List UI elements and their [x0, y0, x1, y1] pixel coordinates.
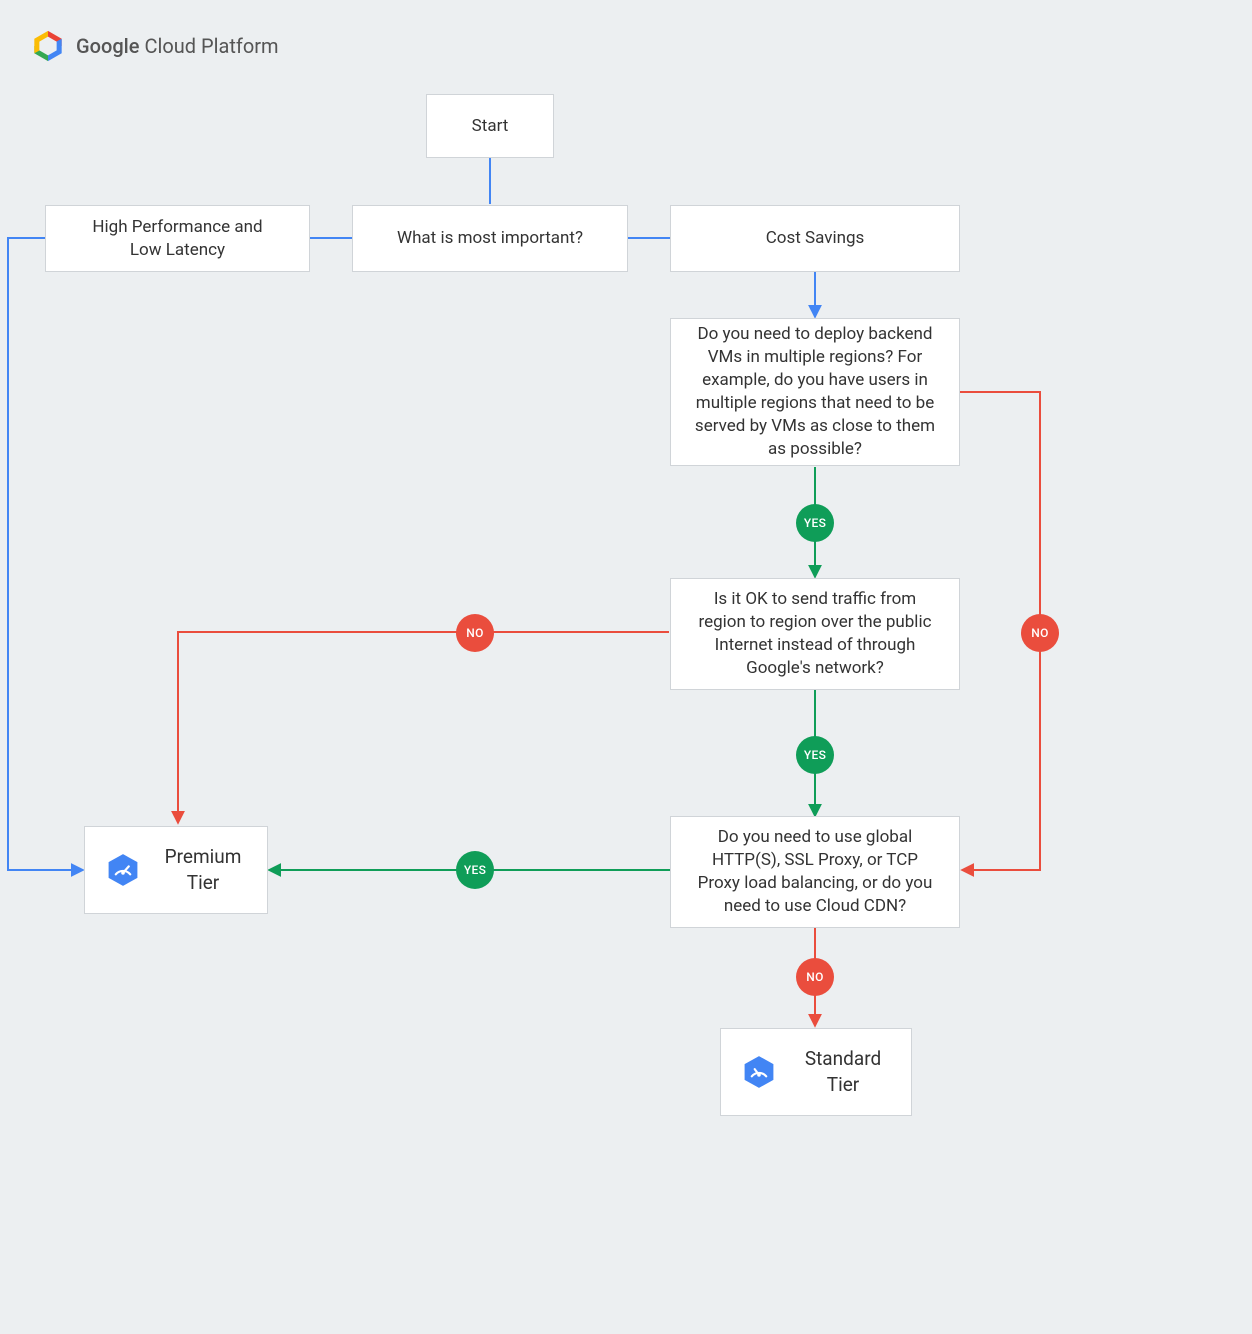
node-question-regions-label: Do you need to deploy backend VMs in mul…: [689, 323, 941, 461]
gcp-hex-icon: [30, 28, 66, 64]
node-option-cost-label: Cost Savings: [766, 227, 865, 250]
node-premium-tier: Premium Tier: [84, 826, 268, 914]
node-question-public-internet-label: Is it OK to send traffic from region to …: [689, 588, 941, 680]
gcp-logo-text: Google Cloud Platform: [76, 34, 279, 58]
node-question-regions: Do you need to deploy backend VMs in mul…: [670, 318, 960, 466]
badge-yes-global-lb: YES: [456, 851, 494, 889]
node-option-cost: Cost Savings: [670, 205, 960, 272]
badge-no-regions: NO: [1021, 614, 1059, 652]
badge-no-public-internet: NO: [456, 614, 494, 652]
node-question-main: What is most important?: [352, 205, 628, 272]
node-option-performance-label: High Performance and Low Latency: [92, 216, 262, 262]
node-start-label: Start: [472, 115, 509, 138]
badge-yes-public-internet: YES: [796, 736, 834, 774]
node-question-global-lb-label: Do you need to use global HTTP(S), SSL P…: [689, 826, 941, 918]
node-standard-tier-label: Standard Tier: [793, 1046, 893, 1097]
node-standard-tier: Standard Tier: [720, 1028, 912, 1116]
node-question-global-lb: Do you need to use global HTTP(S), SSL P…: [670, 816, 960, 928]
node-question-public-internet: Is it OK to send traffic from region to …: [670, 578, 960, 690]
standard-tier-icon: [741, 1054, 777, 1090]
node-start: Start: [426, 94, 554, 158]
node-premium-tier-label: Premium Tier: [157, 844, 249, 895]
badge-no-global-lb: NO: [796, 958, 834, 996]
gcp-logo: Google Cloud Platform: [30, 28, 279, 64]
flowchart-connectors: [0, 0, 1252, 1334]
node-option-performance: High Performance and Low Latency: [45, 205, 310, 272]
premium-tier-icon: [105, 852, 141, 888]
node-question-main-label: What is most important?: [397, 227, 583, 250]
badge-yes-regions: YES: [796, 504, 834, 542]
